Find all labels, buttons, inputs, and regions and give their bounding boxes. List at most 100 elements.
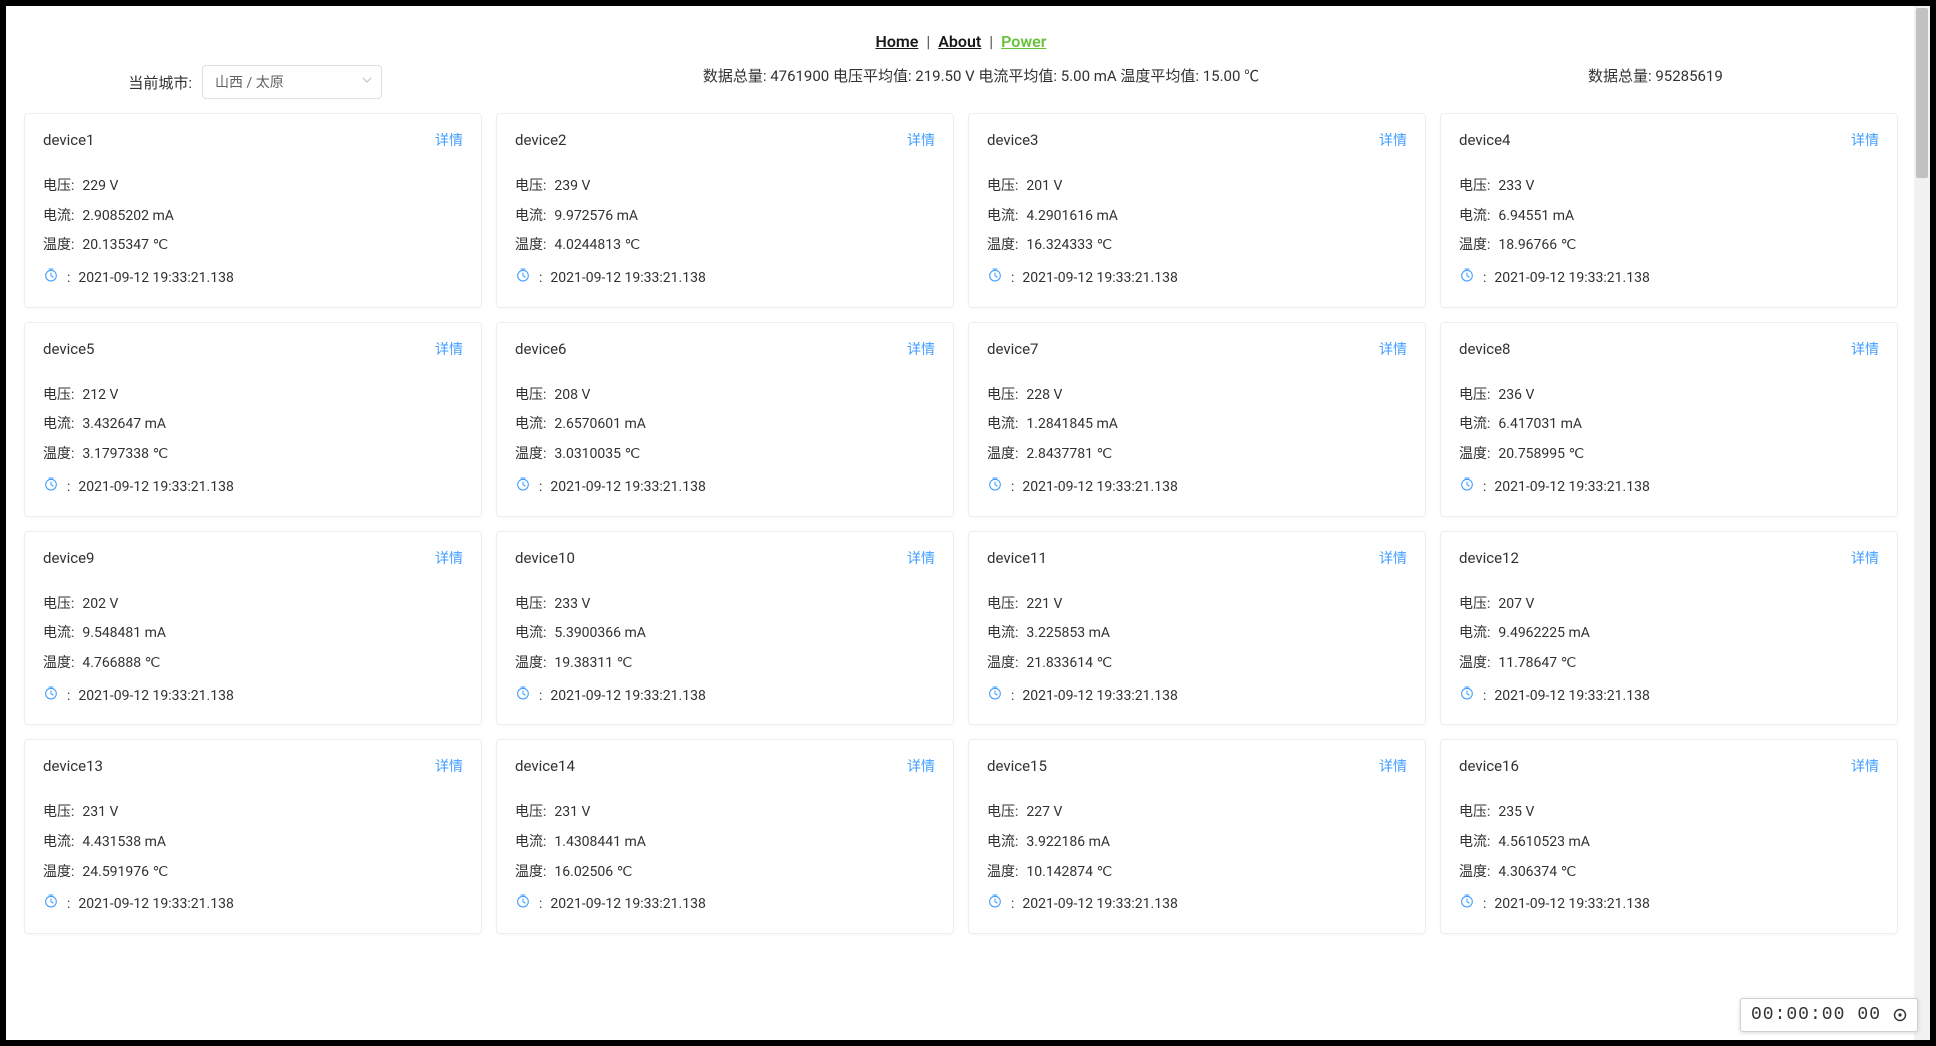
detail-link[interactable]: 详情 xyxy=(435,339,463,359)
current-value: 6.417031 mA xyxy=(1498,414,1582,436)
target-icon[interactable] xyxy=(1893,1008,1907,1022)
device-card: device7详情电压:228 V电流:1.2841845 mA温度:2.843… xyxy=(968,322,1426,517)
voltage-value: 231 V xyxy=(82,802,118,824)
detail-link[interactable]: 详情 xyxy=(907,130,935,150)
stopwatch-icon xyxy=(987,685,1003,709)
voltage-label: 电压: xyxy=(43,802,74,824)
device-name: device13 xyxy=(43,757,103,775)
temperature-label: 温度: xyxy=(987,235,1018,257)
detail-link[interactable]: 详情 xyxy=(1379,339,1407,359)
time-sep: : xyxy=(539,894,542,916)
current-label: 电流: xyxy=(1459,206,1490,228)
detail-link[interactable]: 详情 xyxy=(1379,548,1407,568)
temperature-label: 温度: xyxy=(43,862,74,884)
temperature-value: 20.135347 ℃ xyxy=(82,235,168,257)
summary-row: 当前城市: 山西 / 太原 数据总量: 4761900 电压平均值: 219.5… xyxy=(24,61,1898,113)
voltage-label: 电压: xyxy=(987,176,1018,198)
detail-link[interactable]: 详情 xyxy=(1851,548,1879,568)
city-value: 山西 / 太原 xyxy=(215,72,284,92)
nav-about[interactable]: About xyxy=(938,32,981,51)
device-name: device16 xyxy=(1459,757,1519,775)
voltage-label: 电压: xyxy=(515,594,546,616)
stopwatch-icon xyxy=(1459,476,1475,500)
device-name: device9 xyxy=(43,549,94,567)
voltage-label: 电压: xyxy=(43,176,74,198)
detail-link[interactable]: 详情 xyxy=(1851,130,1879,150)
scrollbar-track[interactable] xyxy=(1914,6,1930,1040)
voltage-label: 电压: xyxy=(1459,385,1490,407)
current-value: 9.972576 mA xyxy=(554,206,638,228)
nav-power[interactable]: Power xyxy=(1001,32,1046,51)
device-card: device2详情电压:239 V电流:9.972576 mA温度:4.0244… xyxy=(496,113,954,308)
timestamp: 2021-09-12 19:33:21.138 xyxy=(78,477,233,499)
temperature-label: 温度: xyxy=(987,653,1018,675)
device-name: device2 xyxy=(515,131,566,149)
scrollbar-thumb[interactable] xyxy=(1916,8,1928,178)
time-sep: : xyxy=(1483,268,1486,290)
stopwatch-icon xyxy=(515,893,531,917)
summary-mid: 数据总量: 4761900 电压平均值: 219.50 V 电流平均值: 5.0… xyxy=(394,65,1568,88)
current-label: 电流: xyxy=(43,623,74,645)
voltage-value: 229 V xyxy=(82,176,118,198)
temperature-label: 温度: xyxy=(1459,653,1490,675)
detail-link[interactable]: 详情 xyxy=(435,756,463,776)
current-label: 电流: xyxy=(987,414,1018,436)
temperature-label: 温度: xyxy=(43,653,74,675)
detail-link[interactable]: 详情 xyxy=(435,548,463,568)
detail-link[interactable]: 详情 xyxy=(1851,339,1879,359)
detail-link[interactable]: 详情 xyxy=(1379,756,1407,776)
temperature-label: 温度: xyxy=(1459,862,1490,884)
voltage-value: 235 V xyxy=(1498,802,1534,824)
time-sep: : xyxy=(67,894,70,916)
detail-link[interactable]: 详情 xyxy=(435,130,463,150)
voltage-label: 电压: xyxy=(515,176,546,198)
voltage-value: 202 V xyxy=(82,594,118,616)
nav-home[interactable]: Home xyxy=(875,32,918,51)
status-widget: 00:00:00 00 xyxy=(1740,998,1918,1032)
device-card: device5详情电压:212 V电流:3.432647 mA温度:3.1797… xyxy=(24,322,482,517)
stopwatch-icon xyxy=(515,476,531,500)
current-label: 电流: xyxy=(515,832,546,854)
stopwatch-icon xyxy=(515,267,531,291)
city-select[interactable]: 山西 / 太原 xyxy=(202,65,382,99)
detail-link[interactable]: 详情 xyxy=(907,339,935,359)
current-value: 6.94551 mA xyxy=(1498,206,1574,228)
device-card: device10详情电压:233 V电流:5.3900366 mA温度:19.3… xyxy=(496,531,954,726)
voltage-label: 电压: xyxy=(987,802,1018,824)
voltage-value: 236 V xyxy=(1498,385,1534,407)
temperature-label: 温度: xyxy=(987,862,1018,884)
timestamp: 2021-09-12 19:33:21.138 xyxy=(550,268,705,290)
stopwatch-icon xyxy=(1459,267,1475,291)
voltage-label: 电压: xyxy=(1459,176,1490,198)
detail-link[interactable]: 详情 xyxy=(1851,756,1879,776)
device-card: device9详情电压:202 V电流:9.548481 mA温度:4.7668… xyxy=(24,531,482,726)
temperature-value: 2.8437781 ℃ xyxy=(1026,444,1112,466)
device-name: device11 xyxy=(987,549,1047,567)
stopwatch-icon xyxy=(515,685,531,709)
temperature-value: 10.142874 ℃ xyxy=(1026,862,1112,884)
detail-link[interactable]: 详情 xyxy=(907,548,935,568)
device-card: device15详情电压:227 V电流:3.922186 mA温度:10.14… xyxy=(968,739,1426,934)
temperature-label: 温度: xyxy=(43,235,74,257)
current-value: 1.2841845 mA xyxy=(1026,414,1118,436)
current-value: 2.9085202 mA xyxy=(82,206,174,228)
device-card: device1详情电压:229 V电流:2.9085202 mA温度:20.13… xyxy=(24,113,482,308)
stopwatch-icon xyxy=(1459,685,1475,709)
temperature-value: 19.38311 ℃ xyxy=(554,653,632,675)
device-name: device3 xyxy=(987,131,1038,149)
device-name: device14 xyxy=(515,757,575,775)
status-time: 00:00:00 xyxy=(1751,1005,1845,1025)
current-value: 4.431538 mA xyxy=(82,832,166,854)
time-sep: : xyxy=(539,686,542,708)
device-name: device4 xyxy=(1459,131,1510,149)
stopwatch-icon xyxy=(1459,893,1475,917)
timestamp: 2021-09-12 19:33:21.138 xyxy=(1022,268,1177,290)
temperature-value: 21.833614 ℃ xyxy=(1026,653,1112,675)
detail-link[interactable]: 详情 xyxy=(1379,130,1407,150)
current-label: 电流: xyxy=(43,206,74,228)
detail-link[interactable]: 详情 xyxy=(907,756,935,776)
time-sep: : xyxy=(1483,686,1486,708)
device-name: device5 xyxy=(43,340,94,358)
voltage-value: 233 V xyxy=(1498,176,1534,198)
voltage-value: 201 V xyxy=(1026,176,1062,198)
